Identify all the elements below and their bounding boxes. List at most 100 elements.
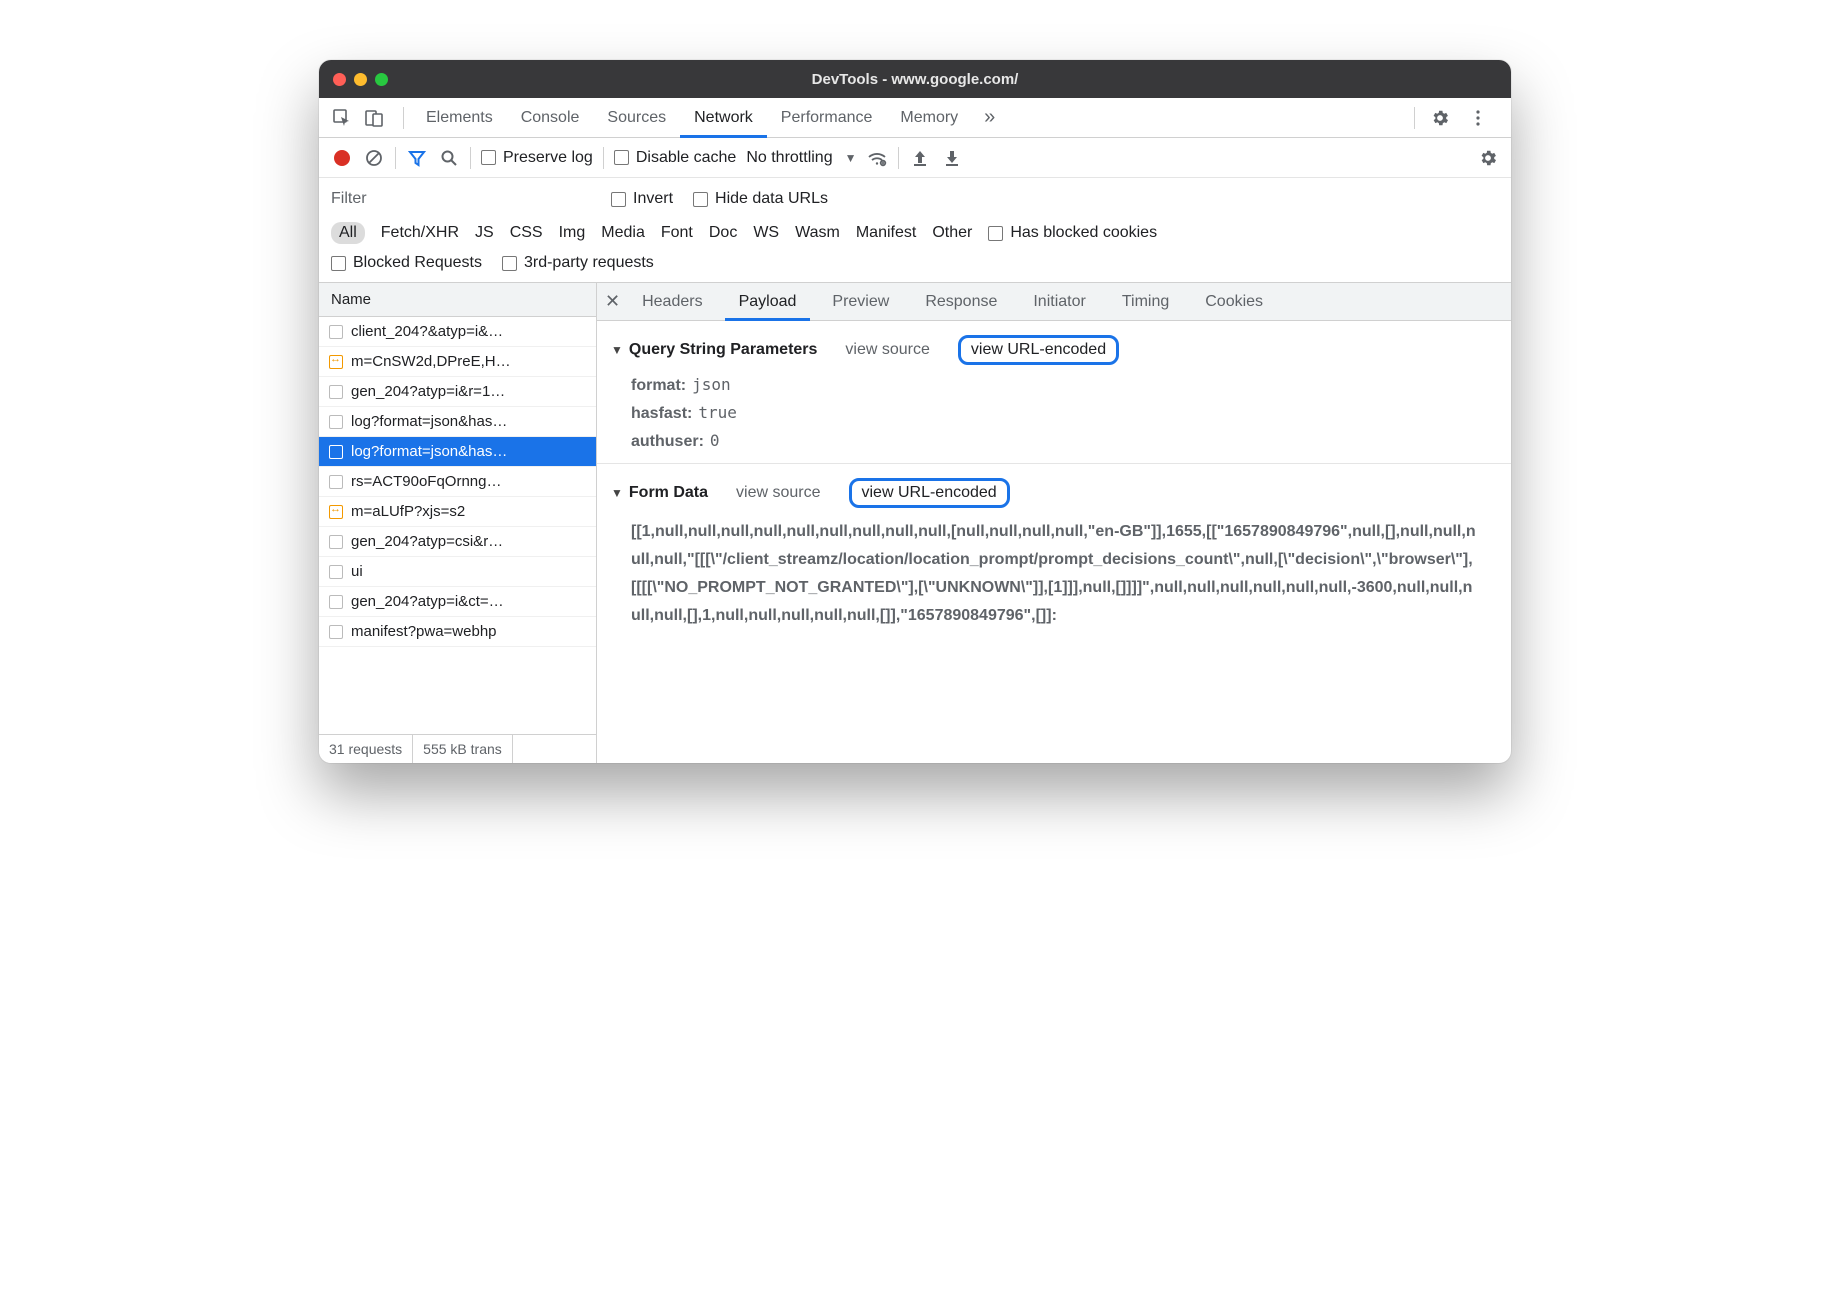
formdata-view-source-link[interactable]: view source [736, 484, 820, 502]
zoom-window-button[interactable] [375, 73, 388, 86]
separator [395, 147, 396, 169]
formdata-title: Form Data [629, 484, 708, 502]
hide-data-urls-checkbox[interactable]: Hide data URLs [693, 190, 828, 208]
qsp-key: hasfast: [631, 405, 692, 422]
filter-type-wasm[interactable]: Wasm [795, 224, 840, 242]
close-detail-button[interactable]: ✕ [605, 291, 620, 312]
device-toolbar-icon[interactable] [363, 107, 385, 129]
caret-down-icon: ▼ [611, 486, 623, 500]
blocked-requests-checkbox[interactable]: Blocked Requests [331, 254, 482, 272]
detail-tab-preview[interactable]: Preview [818, 283, 903, 320]
filter-bar: Invert Hide data URLs All Fetch/XHR JS C… [319, 178, 1511, 283]
request-type-icon [329, 505, 343, 519]
filter-input[interactable] [331, 186, 591, 212]
minimize-window-button[interactable] [354, 73, 367, 86]
clear-button[interactable] [363, 147, 385, 169]
request-row[interactable]: ui [319, 557, 596, 587]
filter-type-manifest[interactable]: Manifest [856, 224, 916, 242]
request-row[interactable]: m=aLUfP?xjs=s2 [319, 497, 596, 527]
qsp-key: format: [631, 377, 686, 394]
request-row[interactable]: gen_204?atyp=i&r=1… [319, 377, 596, 407]
network-conditions-icon[interactable] [866, 147, 888, 169]
qsp-section-header[interactable]: ▼Query String Parameters view source vie… [597, 329, 1511, 371]
caret-down-icon: ▼ [611, 343, 623, 357]
request-name: m=aLUfP?xjs=s2 [351, 503, 465, 520]
third-party-checkbox[interactable]: 3rd-party requests [502, 254, 654, 272]
request-type-icon [329, 475, 343, 489]
preserve-log-label: Preserve log [503, 149, 593, 167]
request-row[interactable]: gen_204?atyp=csi&r… [319, 527, 596, 557]
detail-tab-response[interactable]: Response [911, 283, 1011, 320]
record-button[interactable] [331, 147, 353, 169]
filter-type-other[interactable]: Other [932, 224, 972, 242]
tab-console[interactable]: Console [507, 98, 594, 137]
inspect-element-icon[interactable] [331, 107, 353, 129]
formdata-section-header[interactable]: ▼ Form Data view source view URL-encoded [597, 472, 1511, 514]
filter-type-ws[interactable]: WS [753, 224, 779, 242]
filter-type-css[interactable]: CSS [510, 224, 543, 242]
tab-performance[interactable]: Performance [767, 98, 887, 137]
has-blocked-cookies-label: Has blocked cookies [1010, 224, 1157, 242]
qsp-key: authuser: [631, 433, 704, 450]
upload-har-icon[interactable] [909, 147, 931, 169]
name-column-header[interactable]: Name [319, 283, 596, 317]
filter-type-font[interactable]: Font [661, 224, 693, 242]
filter-type-media[interactable]: Media [601, 224, 645, 242]
throttling-label: No throttling [746, 149, 832, 167]
filter-type-all[interactable]: All [331, 222, 365, 244]
status-transferred: 555 kB trans [413, 735, 513, 763]
filter-type-doc[interactable]: Doc [709, 224, 737, 242]
detail-tab-payload[interactable]: Payload [725, 284, 811, 321]
request-row[interactable]: client_204?&atyp=i&… [319, 317, 596, 347]
request-name: gen_204?atyp=i&r=1… [351, 383, 505, 400]
filter-type-fetch[interactable]: Fetch/XHR [381, 224, 459, 242]
separator [898, 147, 899, 169]
tab-elements[interactable]: Elements [412, 98, 507, 137]
has-blocked-cookies-checkbox[interactable]: Has blocked cookies [988, 224, 1157, 242]
third-party-label: 3rd-party requests [524, 254, 654, 272]
request-type-icon [329, 415, 343, 429]
qsp-param: authuser: 0 [597, 427, 1511, 455]
request-row[interactable]: manifest?pwa=webhp [319, 617, 596, 647]
request-row[interactable]: log?format=json&has… [319, 407, 596, 437]
request-row[interactable]: log?format=json&has… [319, 437, 596, 467]
search-icon[interactable] [438, 147, 460, 169]
disable-cache-label: Disable cache [636, 149, 737, 167]
request-row[interactable]: rs=ACT90oFqOrnng… [319, 467, 596, 497]
formdata-view-urlencoded-link[interactable]: view URL-encoded [849, 478, 1010, 508]
qsp-view-source-link[interactable]: view source [845, 341, 929, 359]
throttling-select[interactable]: No throttling ▼ [746, 149, 856, 167]
request-row[interactable]: m=CnSW2d,DPreE,H… [319, 347, 596, 377]
request-row[interactable]: gen_204?atyp=i&ct=… [319, 587, 596, 617]
preserve-log-checkbox[interactable]: Preserve log [481, 149, 593, 167]
separator [1414, 107, 1415, 129]
invert-checkbox[interactable]: Invert [611, 190, 673, 208]
filter-icon[interactable] [406, 147, 428, 169]
detail-tab-initiator[interactable]: Initiator [1019, 283, 1099, 320]
filter-type-js[interactable]: JS [475, 224, 494, 242]
tab-sources[interactable]: Sources [593, 98, 680, 137]
request-name: log?format=json&has… [351, 413, 507, 430]
disable-cache-checkbox[interactable]: Disable cache [614, 149, 737, 167]
network-toolbar: Preserve log Disable cache No throttling… [319, 138, 1511, 178]
detail-tab-headers[interactable]: Headers [628, 283, 716, 320]
close-window-button[interactable] [333, 73, 346, 86]
settings-icon[interactable] [1429, 107, 1451, 129]
request-name: ui [351, 563, 363, 580]
window-title: DevTools - www.google.com/ [319, 71, 1511, 88]
detail-tab-timing[interactable]: Timing [1108, 283, 1183, 320]
tab-memory[interactable]: Memory [886, 98, 972, 137]
hide-data-urls-label: Hide data URLs [715, 190, 828, 208]
request-type-icon [329, 445, 343, 459]
qsp-view-urlencoded-link[interactable]: view URL-encoded [958, 335, 1119, 365]
formdata-body: [[1,null,null,null,null,null,null,null,n… [597, 514, 1511, 634]
network-settings-icon[interactable] [1477, 147, 1499, 169]
tab-network[interactable]: Network [680, 99, 767, 138]
kebab-menu-icon[interactable] [1467, 107, 1489, 129]
qsp-value: 0 [710, 431, 720, 450]
filter-type-img[interactable]: Img [559, 224, 586, 242]
more-tabs-button[interactable]: » [972, 106, 1007, 129]
detail-tab-cookies[interactable]: Cookies [1191, 283, 1277, 320]
qsp-value: json [692, 375, 731, 394]
download-har-icon[interactable] [941, 147, 963, 169]
